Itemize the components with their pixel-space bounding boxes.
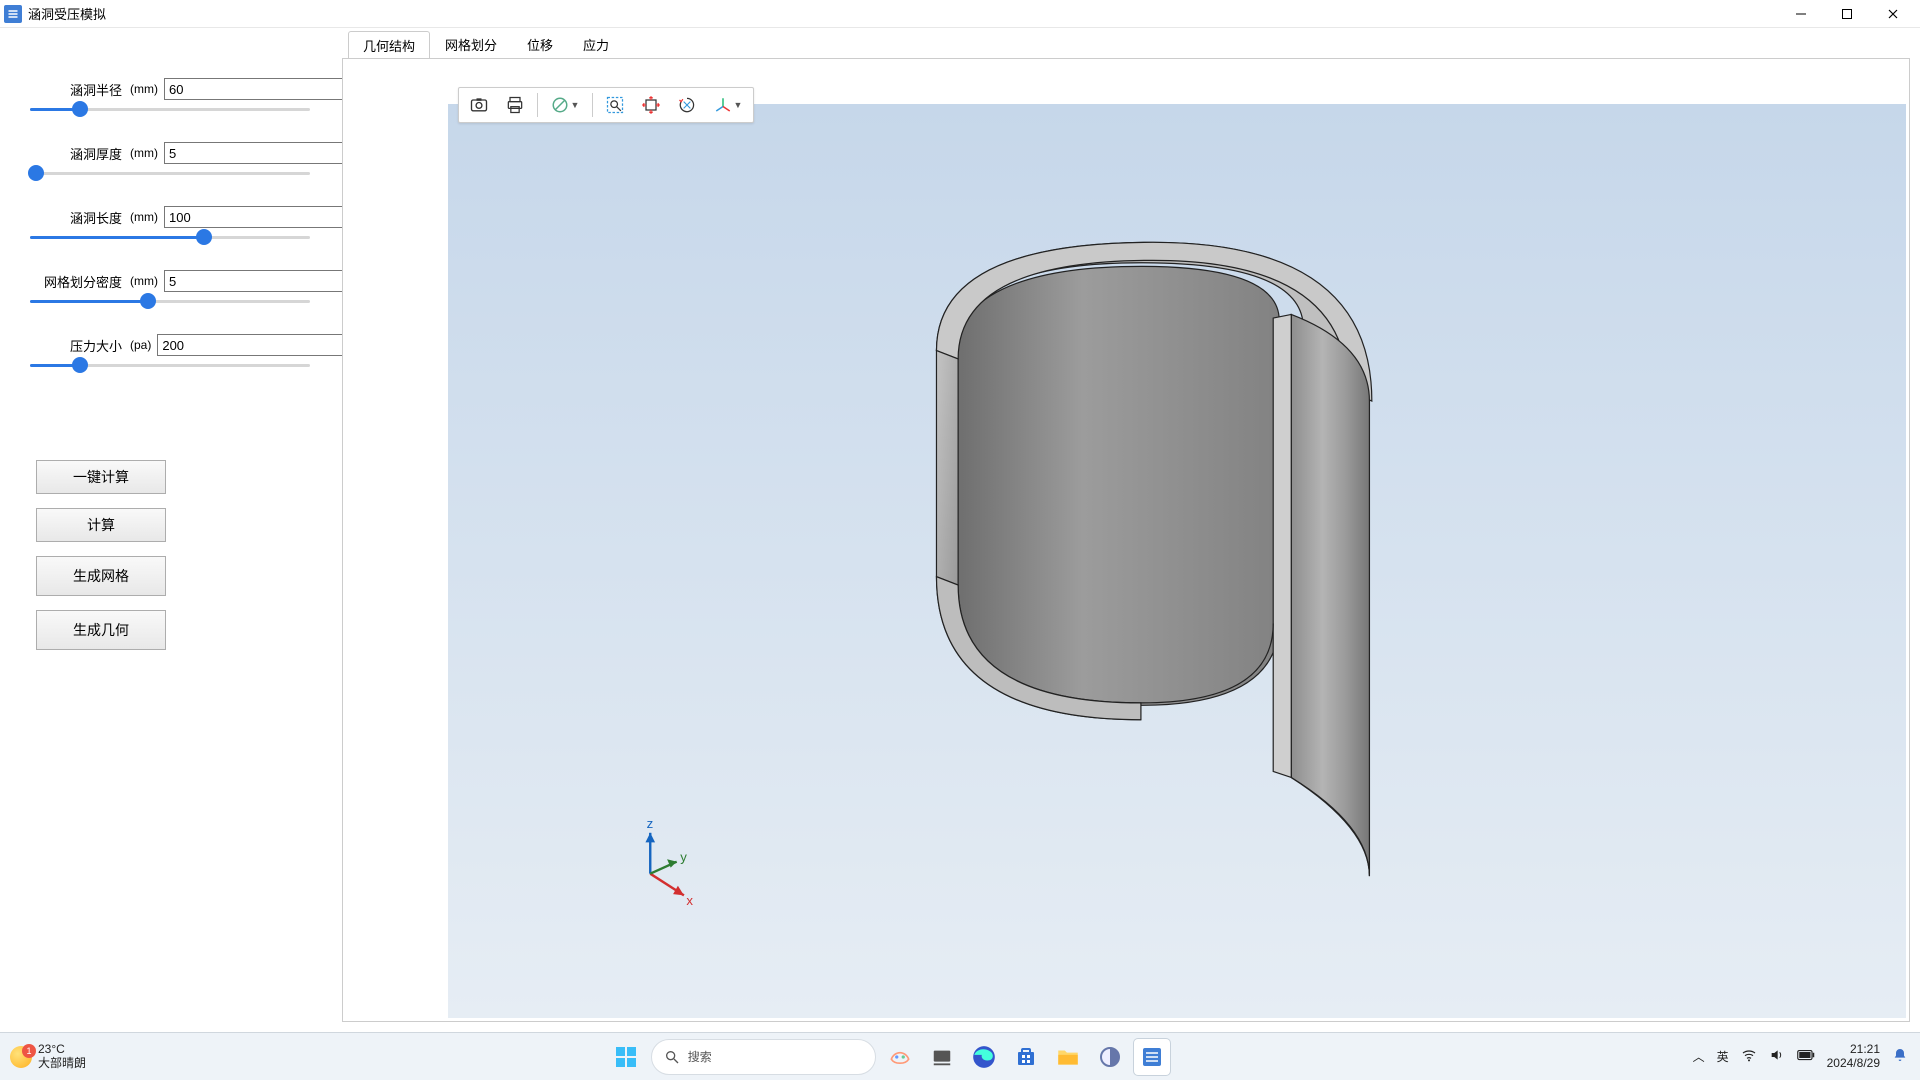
axis-view-icon[interactable]: ▼ [707,90,749,120]
mesh-density-input[interactable] [164,270,350,292]
param-thickness: 涵洞厚度 (mm) [30,142,310,178]
param-unit: (mm) [130,146,158,160]
taskbar-app-taskview[interactable] [924,1039,960,1075]
radius-slider[interactable] [30,104,310,114]
param-label: 涵洞长度 [30,208,122,227]
chevron-down-icon: ▼ [734,100,743,110]
window-title: 涵洞受压模拟 [28,4,106,23]
generate-geometry-button[interactable]: 生成几何 [36,610,166,650]
param-radius: 涵洞半径 (mm) [30,78,310,114]
taskbar-app-current[interactable] [1134,1039,1170,1075]
title-bar: 涵洞受压模拟 [0,0,1920,28]
mesh-density-slider[interactable] [30,296,310,306]
clock-time: 21:21 [1827,1043,1880,1057]
minimize-button[interactable] [1778,0,1824,28]
length-input[interactable] [164,206,350,228]
param-unit: (mm) [130,82,158,96]
param-unit: (mm) [130,274,158,288]
taskbar-app-store[interactable] [1008,1039,1044,1075]
system-tray: ︿ 英 21:21 2024/8/29 [1681,1043,1920,1071]
param-unit: (pa) [130,338,151,352]
battery-icon[interactable] [1797,1049,1815,1064]
thickness-slider[interactable] [30,168,310,178]
ime-indicator[interactable]: 英 [1717,1048,1729,1065]
view-tabs: 几何结构 网格划分 位移 应力 [340,28,1910,58]
param-label: 网格划分密度 [30,272,122,291]
geometry-model: z x y [448,104,1906,1018]
taskbar-app-explorer[interactable] [1050,1039,1086,1075]
length-slider[interactable] [30,232,310,242]
app-window: 涵洞受压模拟 涵洞半径 (mm) 涵洞厚度 (mm) [0,0,1920,1032]
volume-icon[interactable] [1769,1047,1785,1066]
action-buttons: 一键计算 计算 生成网格 生成几何 [30,460,310,650]
maximize-button[interactable] [1824,0,1870,28]
tab-mesh[interactable]: 网格划分 [430,30,512,58]
thickness-input[interactable] [164,142,350,164]
param-mesh-density: 网格划分密度 (mm) [30,270,310,306]
radius-input[interactable] [164,78,350,100]
weather-desc: 大部晴朗 [38,1057,86,1070]
print-icon[interactable] [499,90,531,120]
weather-badge: 1 [22,1044,36,1058]
one-click-compute-button[interactable]: 一键计算 [36,460,166,494]
pressure-slider[interactable] [30,360,310,370]
close-button[interactable] [1870,0,1916,28]
taskbar-weather[interactable]: 1 23°C 大部晴朗 [0,1043,96,1069]
weather-icon: 1 [10,1046,32,1068]
clock-date: 2024/8/29 [1827,1057,1880,1071]
axis-z-label: z [647,816,654,831]
rotate-icon[interactable] [671,90,703,120]
wifi-icon[interactable] [1741,1047,1757,1066]
search-placeholder: 搜索 [688,1048,712,1065]
start-button[interactable] [607,1038,645,1076]
weather-temp: 23°C [38,1043,86,1056]
viewport-toolbar: ▼ ▼ [458,87,754,123]
param-pressure: 压力大小 (pa) [30,334,310,370]
pressure-input[interactable] [157,334,343,356]
screenshot-icon[interactable] [463,90,495,120]
canvas-frame: ▼ ▼ [342,58,1910,1022]
axis-x-label: x [686,893,693,908]
param-unit: (mm) [130,210,158,224]
param-label: 涵洞厚度 [30,144,122,163]
axis-y-label: y [680,850,687,865]
taskbar-app-copilot[interactable] [882,1039,918,1075]
param-length: 涵洞长度 (mm) [30,206,310,242]
tab-displacement[interactable]: 位移 [512,30,568,58]
pan-icon[interactable] [635,90,667,120]
taskbar-search[interactable]: 搜索 [651,1039,876,1075]
tray-chevron-up-icon[interactable]: ︿ [1693,1048,1705,1065]
main-panel: 几何结构 网格划分 位移 应力 ▼ [340,28,1920,1032]
chevron-down-icon: ▼ [571,100,580,110]
search-icon [664,1049,680,1065]
windows-taskbar: 1 23°C 大部晴朗 搜索 [0,1032,1920,1080]
no-entry-icon[interactable]: ▼ [544,90,586,120]
param-label: 压力大小 [30,336,122,355]
zoom-fit-icon[interactable] [599,90,631,120]
taskbar-app-generic[interactable] [1092,1039,1128,1075]
notifications-icon[interactable] [1892,1047,1908,1066]
taskbar-clock[interactable]: 21:21 2024/8/29 [1827,1043,1880,1071]
app-icon [4,5,22,23]
parameter-sidebar: 涵洞半径 (mm) 涵洞厚度 (mm) [0,28,340,1032]
tab-stress[interactable]: 应力 [568,30,624,58]
param-label: 涵洞半径 [30,80,122,99]
generate-mesh-button[interactable]: 生成网格 [36,556,166,596]
compute-button[interactable]: 计算 [36,508,166,542]
taskbar-center: 搜索 [96,1038,1681,1076]
3d-viewport[interactable]: z x y [448,104,1906,1018]
taskbar-app-edge[interactable] [966,1039,1002,1075]
tab-geometry[interactable]: 几何结构 [348,31,430,59]
